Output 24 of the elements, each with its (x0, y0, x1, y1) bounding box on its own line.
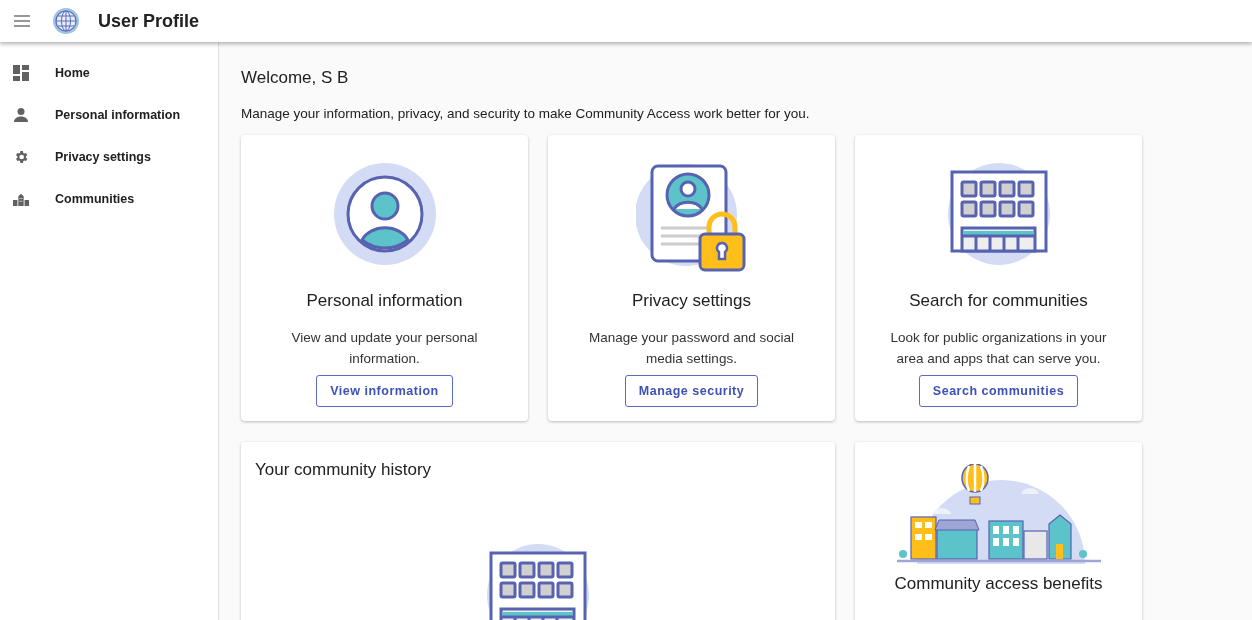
card-description: View and update your personal information. (290, 329, 479, 368)
card-description: Look for public organizations in your area and apps that can serve you. (889, 329, 1108, 368)
person-icon (13, 107, 29, 123)
welcome-heading: Welcome, S B (241, 68, 350, 88)
sidebar-item[interactable]: Privacy settings (6, 136, 218, 178)
app-title: User Profile (98, 10, 200, 32)
globe-logo-icon (52, 7, 80, 35)
settings-icon (13, 149, 29, 165)
card-action-button[interactable]: Manage security (624, 375, 759, 407)
card-description: Manage your password and social media settings. (588, 329, 795, 368)
section-title: Your community history (255, 460, 433, 480)
buildings-icon (13, 191, 29, 207)
card-title: Community access benefits (894, 574, 1103, 594)
menu-icon[interactable] (14, 15, 30, 27)
card-action-button[interactable]: View information (316, 375, 453, 407)
card-title: Search for communities (909, 291, 1088, 311)
card-title: Privacy settings (631, 291, 751, 311)
card-action-button[interactable]: Search communities (918, 375, 1079, 407)
sidebar-item[interactable]: Personal information (6, 94, 218, 136)
sidebar-item[interactable]: Home (6, 52, 218, 94)
welcome-text: Manage your information, privacy, and security to make Community Access work better for you. (241, 106, 811, 121)
sidebar-item[interactable]: Communities (6, 178, 218, 220)
card-title: Personal information (306, 291, 463, 311)
dashboard-icon (13, 65, 29, 81)
